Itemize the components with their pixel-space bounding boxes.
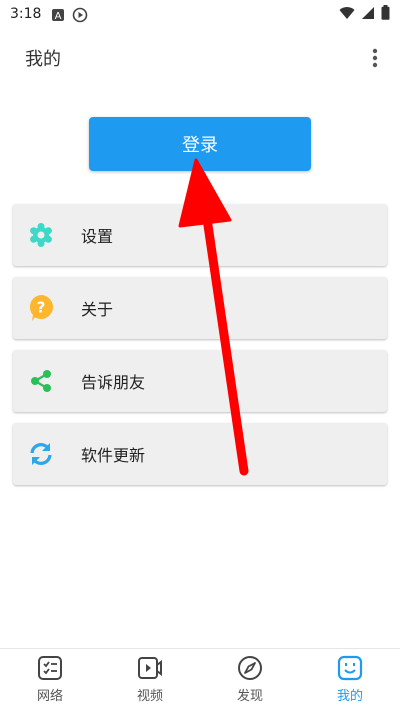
menu-item-label: 设置 (81, 227, 114, 246)
nav-item-mine[interactable]: 我的 (300, 649, 400, 710)
login-button[interactable]: 登录 (89, 117, 311, 171)
play-circle-icon (72, 7, 88, 23)
nav-item-discover[interactable]: 发现 (200, 649, 300, 710)
nav-label: 发现 (236, 689, 263, 704)
app-bar: 我的 (0, 36, 400, 80)
notification-a-icon: A (51, 7, 65, 22)
menu-item-label: 软件更新 (81, 446, 146, 465)
network-list-icon (38, 656, 62, 680)
nav-label: 网络 (36, 689, 63, 704)
share-icon (27, 367, 55, 395)
bottom-nav: 网络 视频 发现 我的 (0, 648, 400, 710)
wifi-icon (339, 5, 355, 24)
status-bar: 3:18 A (0, 0, 400, 28)
refresh-icon (27, 440, 55, 468)
menu-item-share[interactable]: 告诉朋友 (13, 350, 387, 412)
status-time: 3:18 (10, 6, 42, 22)
page-title: 我的 (25, 49, 61, 70)
nav-label: 视频 (136, 689, 163, 704)
menu-item-update[interactable]: 软件更新 (13, 423, 387, 485)
menu-item-label: 关于 (81, 300, 114, 319)
menu-item-label: 告诉朋友 (81, 373, 146, 392)
svg-text:A: A (55, 11, 62, 22)
gear-icon (27, 221, 55, 249)
menu-item-settings[interactable]: 设置 (13, 204, 387, 266)
compass-icon (238, 656, 262, 680)
signal-icon (361, 5, 375, 24)
nav-item-video[interactable]: 视频 (100, 649, 200, 710)
smiley-box-icon (337, 655, 363, 681)
svg-text:?: ? (37, 299, 46, 317)
nav-item-network[interactable]: 网络 (0, 649, 100, 710)
question-bubble-icon: ? (27, 294, 55, 322)
battery-icon (381, 4, 390, 24)
more-vert-icon[interactable] (363, 46, 387, 70)
menu-item-about[interactable]: ? 关于 (13, 277, 387, 339)
nav-label: 我的 (336, 689, 363, 704)
video-icon (138, 657, 162, 679)
